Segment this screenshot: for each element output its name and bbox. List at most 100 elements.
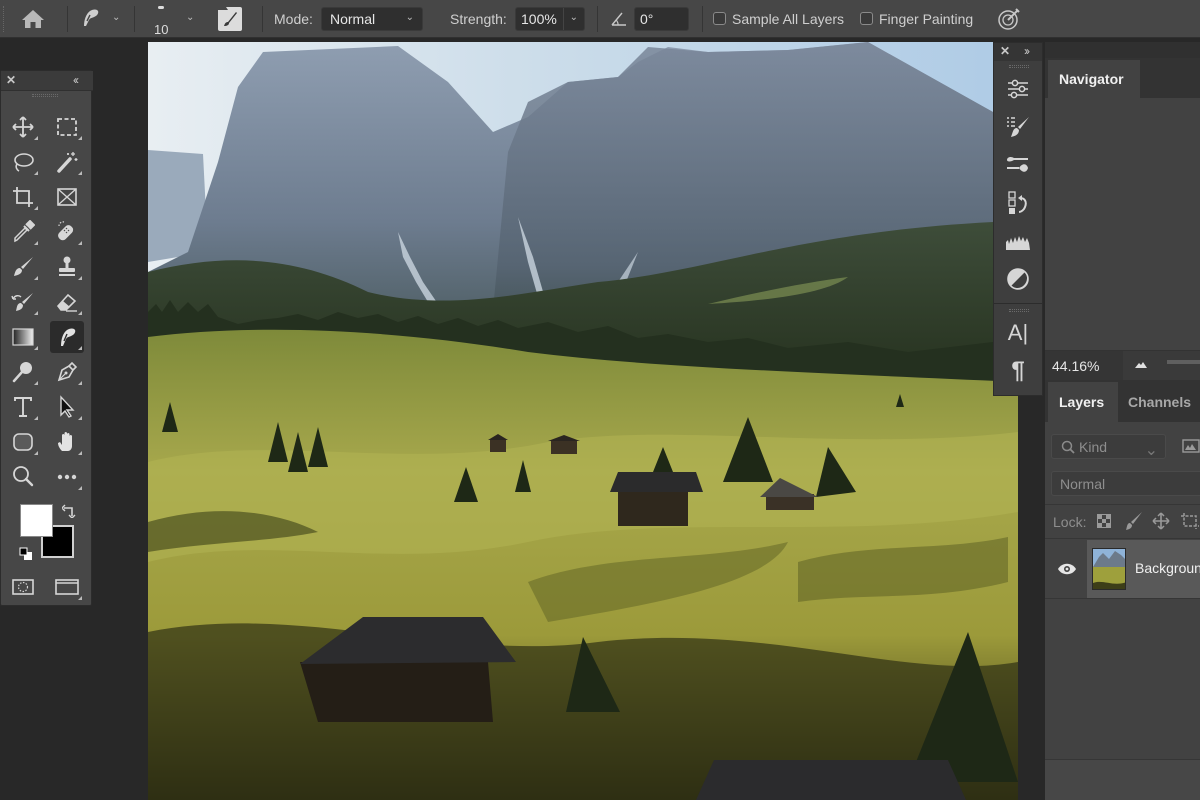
document-canvas[interactable] (148, 42, 1018, 800)
pen-tool[interactable] (50, 356, 84, 388)
tools-panel: ✕ ‹‹ (0, 70, 93, 606)
tab-layers[interactable]: Layers (1048, 382, 1118, 422)
tab-navigator[interactable]: Navigator (1048, 60, 1140, 98)
foreground-color-swatch[interactable] (20, 504, 53, 537)
healing-brush-tool[interactable] (50, 216, 84, 248)
zoom-slider[interactable] (1167, 360, 1200, 364)
sample-all-layers-label[interactable]: Sample All Layers (732, 11, 844, 27)
marquee-tool[interactable] (50, 111, 84, 143)
screen-mode-button[interactable] (50, 571, 84, 603)
strength-value: 100% (521, 11, 557, 27)
eraser-icon (56, 293, 77, 312)
crop-icon (13, 187, 33, 207)
history-brush-tool[interactable] (6, 286, 40, 318)
brush-size-value: 10 (154, 22, 169, 37)
type-icon (14, 397, 32, 417)
zoom-tool[interactable] (6, 461, 40, 493)
tab-channels-label: Channels (1128, 394, 1192, 410)
edit-toolbar[interactable] (50, 461, 84, 493)
divider (1045, 504, 1200, 505)
dock-header[interactable]: ✕ ›› (994, 43, 1042, 61)
gradient-tool[interactable] (6, 321, 40, 353)
lock-transparent-pixels-icon[interactable] (1097, 514, 1111, 528)
quick-mask-icon (12, 579, 34, 595)
chevron-down-icon: ⌄ (112, 12, 121, 23)
visibility-eye-icon[interactable] (1057, 562, 1077, 576)
zoom-value-field[interactable]: 44.16% (1045, 351, 1123, 380)
zoom-out-icon[interactable] (1134, 361, 1148, 369)
adjustments-panel-button[interactable] (1002, 73, 1034, 105)
clone-stamp-icon (59, 256, 75, 276)
blend-mode-dropdown[interactable]: Normal (1051, 471, 1200, 496)
close-icon[interactable]: ✕ (6, 73, 16, 87)
angle-input[interactable]: 0° (634, 7, 689, 31)
adjustments-icon (1008, 79, 1028, 99)
navigator-preview[interactable] (1045, 98, 1200, 350)
brush-settings-toggle[interactable] (218, 7, 242, 31)
eyedropper-tool[interactable] (6, 216, 40, 248)
styles-panel-button[interactable] (1002, 263, 1034, 295)
brush-settings-panel-button[interactable] (1002, 149, 1034, 181)
separator (702, 6, 703, 32)
collapse-icon[interactable]: ‹‹ (73, 73, 79, 87)
sample-all-layers-checkbox[interactable] (713, 12, 726, 25)
swap-colors-icon[interactable] (62, 504, 76, 518)
brushes-panel-button[interactable] (1002, 111, 1034, 143)
rectangular-marquee-icon (57, 118, 77, 136)
path-selection-tool[interactable] (50, 391, 84, 423)
type-tool[interactable] (6, 391, 40, 423)
panel-grip[interactable] (32, 94, 58, 97)
expand-icon[interactable]: ›› (1024, 44, 1030, 58)
layers-list-empty-area[interactable] (1045, 599, 1200, 759)
magic-wand-tool[interactable] (50, 146, 84, 178)
gradient-icon (12, 328, 34, 346)
strength-input[interactable]: 100% ⌄ (515, 7, 585, 31)
lasso-tool[interactable] (6, 146, 40, 178)
history-panel-button[interactable] (1002, 187, 1034, 219)
character-panel-button[interactable]: A| (1002, 317, 1034, 349)
move-tool[interactable] (6, 111, 40, 143)
options-bar-grip[interactable] (3, 6, 6, 32)
panel-grip[interactable] (1009, 65, 1029, 68)
panel-dock: ✕ ›› A| ¶ (993, 42, 1043, 396)
zoom-value: 44.16% (1052, 358, 1100, 374)
layer-row[interactable]: Background (1045, 540, 1200, 598)
crop-tool[interactable] (6, 181, 40, 213)
default-colors-icon[interactable] (19, 547, 33, 561)
paragraph-icon: ¶ (1011, 357, 1025, 384)
layers-footer (1045, 760, 1200, 800)
quick-mask-button[interactable] (6, 571, 40, 603)
tool-preset-picker[interactable]: ⌄ (78, 6, 128, 32)
lock-image-pixels-icon[interactable] (1125, 511, 1143, 531)
layer-filter-dropdown[interactable]: Kind ⌄ (1051, 434, 1166, 459)
filter-image-layers-icon[interactable] (1182, 439, 1200, 453)
shape-tool[interactable] (6, 426, 40, 458)
tools-panel-header[interactable]: ✕ ‹‹ (1, 71, 93, 91)
spot-healing-icon (58, 221, 74, 241)
frame-tool[interactable] (50, 181, 84, 213)
panel-grip[interactable] (1009, 309, 1029, 312)
magic-wand-icon (57, 152, 78, 173)
hand-tool[interactable] (50, 426, 84, 458)
layer-name[interactable]: Background (1135, 560, 1200, 576)
finger-painting-label[interactable]: Finger Painting (879, 11, 973, 27)
smudge-tool[interactable] (50, 321, 84, 353)
lock-artboard-icon[interactable] (1180, 512, 1200, 530)
pressure-strength-button[interactable] (996, 6, 1022, 32)
brush-tip-preview (158, 6, 164, 9)
brush-tool[interactable] (6, 251, 40, 283)
home-button[interactable] (20, 8, 46, 30)
eraser-tool[interactable] (50, 286, 84, 318)
clone-stamp-tool[interactable] (50, 251, 84, 283)
tab-channels[interactable]: Channels (1119, 382, 1200, 422)
mode-dropdown[interactable]: Normal ⌄ (321, 7, 423, 31)
brush-preset-picker[interactable]: 10 ⌄ (148, 2, 198, 37)
paragraph-panel-button[interactable]: ¶ (1002, 355, 1034, 387)
close-icon[interactable]: ✕ (1000, 44, 1010, 58)
lock-position-icon[interactable] (1152, 512, 1170, 530)
strength-slider-toggle[interactable]: ⌄ (570, 12, 578, 23)
finger-painting-checkbox[interactable] (860, 12, 873, 25)
histogram-panel-button[interactable] (1002, 225, 1034, 257)
dodge-tool[interactable] (6, 356, 40, 388)
history-brush-icon (11, 293, 33, 311)
